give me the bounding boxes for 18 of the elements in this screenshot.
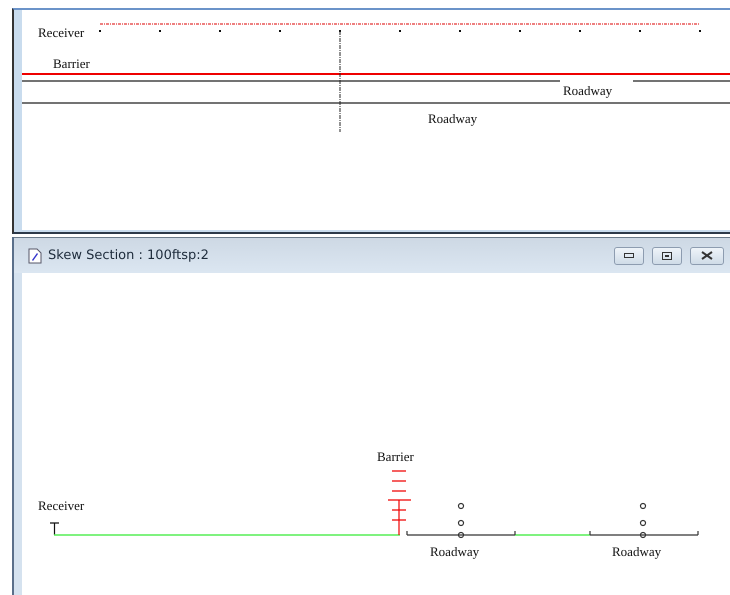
window-title: Skew Section : 100ftsp:2 <box>48 248 209 263</box>
minimize-icon <box>624 253 634 258</box>
maximize-button[interactable] <box>652 246 682 264</box>
receiver-label: Receiver <box>38 498 84 513</box>
barrier-drawing <box>387 470 412 536</box>
close-icon <box>701 251 713 260</box>
minimize-button[interactable] <box>614 246 644 264</box>
barrier-label: Barrier <box>53 56 90 71</box>
close-button[interactable] <box>690 246 724 264</box>
roadway-label: Roadway <box>563 83 612 98</box>
receiver-label: Receiver <box>38 25 84 40</box>
roadway-label: Roadway <box>428 111 478 126</box>
maximize-icon <box>662 252 672 260</box>
document-icon <box>28 248 42 264</box>
roadway-label: Roadway <box>430 544 480 559</box>
barrier-label: Barrier <box>377 449 414 464</box>
receiver-marker <box>49 522 60 536</box>
roadway-label: Roadway <box>612 544 662 559</box>
